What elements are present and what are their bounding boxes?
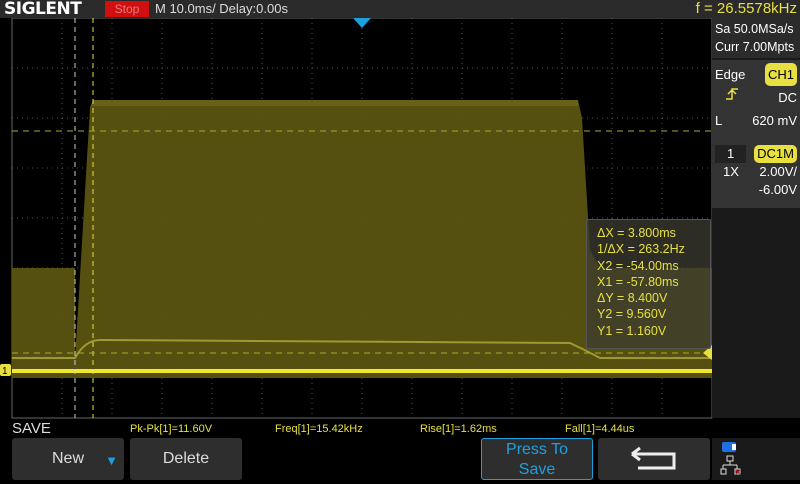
rising-edge-icon bbox=[726, 88, 738, 100]
probe-ratio: 1X bbox=[723, 164, 739, 179]
cursor-y1-value: Y1 = 1.160V bbox=[597, 323, 667, 338]
top-bar: SIGLENT Stop M 10.0ms/ Delay:0.00s f = 2… bbox=[0, 0, 800, 19]
press-to-save-line2: Save bbox=[518, 461, 556, 478]
delete-button[interactable]: Delete bbox=[130, 438, 242, 480]
arrow-down-icon: ▼ bbox=[105, 453, 118, 468]
status-icons bbox=[712, 438, 800, 480]
sample-rate: Sa 50.0MSa/s bbox=[715, 22, 794, 36]
menu-title: SAVE bbox=[12, 420, 51, 437]
press-to-save-button[interactable]: Press To Save bbox=[481, 438, 593, 480]
measurement-rise: Rise[1]=1.62ms bbox=[420, 423, 497, 435]
new-button-label: New bbox=[51, 450, 84, 467]
run-stop-status[interactable]: Stop bbox=[105, 1, 149, 17]
side-panel: Sa 50.0MSa/s Curr 7.00Mpts Edge CH1 DC L 6… bbox=[712, 18, 800, 418]
trigger-source: CH1 bbox=[764, 63, 797, 86]
cursor-delta-x: ΔX = 3.800ms bbox=[597, 226, 676, 240]
channel-number: 1 bbox=[715, 145, 747, 163]
channel-coupling: DC1M bbox=[754, 145, 797, 163]
measurement-pkpk: Pk-Pk[1]=11.60V bbox=[130, 423, 213, 435]
return-arrow-icon bbox=[631, 446, 676, 470]
channel-1-marker-label: 1 bbox=[2, 366, 8, 377]
new-button[interactable]: New ▼ bbox=[12, 438, 124, 480]
vertical-offset: -6.00V bbox=[758, 182, 797, 197]
measurement-fall: Fall[1]=4.44us bbox=[565, 423, 635, 435]
memory-depth: Curr 7.00Mpts bbox=[715, 40, 795, 54]
cursor-x2-value: X2 = -54.00ms bbox=[597, 258, 679, 273]
brand-logo: SIGLENT bbox=[4, 0, 82, 19]
cursor-x1-value: X1 = -57.80ms bbox=[597, 274, 679, 289]
cursor-inverse-delta-x: 1/ΔX = 263.2Hz bbox=[597, 242, 685, 257]
channel-1-info[interactable]: 1 DC1M 1X 2.00V/ -6.00V bbox=[712, 142, 800, 208]
cursor-readout: ΔX = 3.800ms 1/ΔX = 263.2Hz X2 = -54.00m… bbox=[586, 219, 711, 349]
trigger-position-marker bbox=[353, 18, 371, 28]
trigger-level: 620 mV bbox=[752, 113, 797, 128]
back-button[interactable] bbox=[598, 438, 710, 480]
trigger-level-label: L bbox=[715, 113, 723, 128]
cursor-y2-value: Y2 = 9.560V bbox=[597, 307, 667, 322]
timebase-readout[interactable]: M 10.0ms/ Delay:0.00s bbox=[155, 1, 288, 16]
measurement-freq: Freq[1]=15.42kHz bbox=[275, 423, 363, 435]
trigger-type: Edge bbox=[715, 67, 746, 82]
cursor-delta-y: ΔY = 8.400V bbox=[597, 291, 668, 306]
trigger-info[interactable]: Edge CH1 DC L 620 mV bbox=[712, 60, 800, 152]
delete-button-label: Delete bbox=[162, 450, 210, 467]
press-to-save-line1: Press To bbox=[506, 441, 568, 458]
frequency-counter: f = 26.5578kHz bbox=[695, 0, 797, 17]
acquisition-info: Sa 50.0MSa/s Curr 7.00Mpts bbox=[712, 18, 800, 58]
vertical-scale: 2.00V/ bbox=[759, 164, 797, 179]
trigger-coupling: DC bbox=[778, 90, 797, 105]
